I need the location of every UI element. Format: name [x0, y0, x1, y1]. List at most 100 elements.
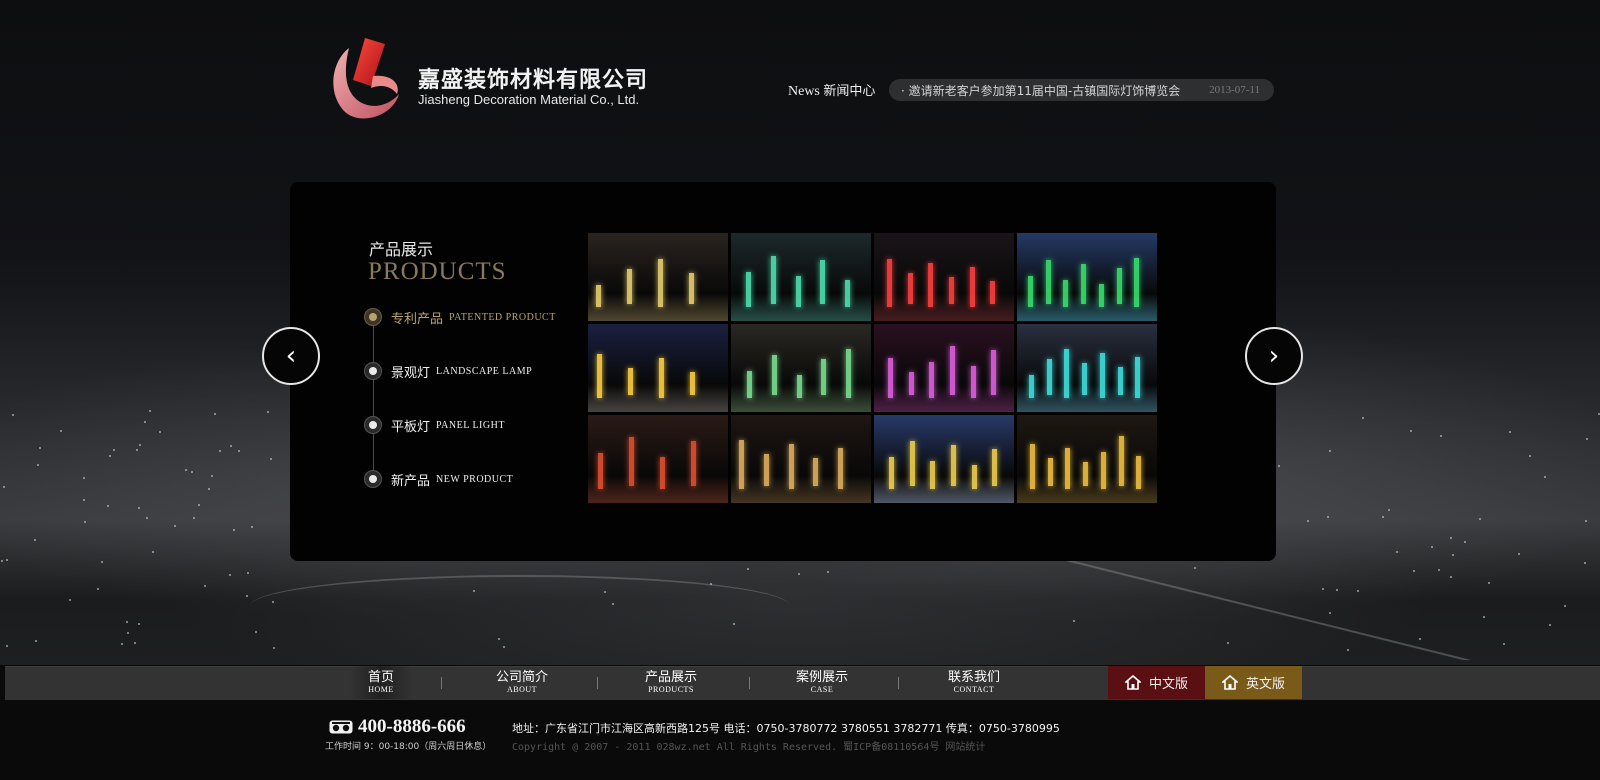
- news-center-label[interactable]: News 新闻中心: [788, 80, 875, 100]
- product-thumbnail[interactable]: [874, 324, 1014, 412]
- nav-label-cn: 产品展示: [644, 670, 697, 685]
- city-light-dot: [1586, 437, 1589, 440]
- city-light-dot: [1346, 648, 1349, 651]
- city-light-dot: [83, 477, 86, 480]
- category-item[interactable]: 专利产品 PATENTED PRODUCT: [364, 307, 556, 327]
- city-light-dot: [611, 602, 614, 605]
- city-light-dot: [2, 485, 5, 488]
- prev-arrow-button[interactable]: ‹: [262, 327, 320, 385]
- city-light-dot: [33, 538, 36, 541]
- city-light-dot: [1382, 515, 1385, 518]
- city-light-dot: [5, 644, 8, 647]
- category-label-cn: 新产品: [391, 473, 431, 489]
- city-light-dot: [246, 572, 249, 575]
- home-icon: [1221, 675, 1238, 690]
- company-logo-icon[interactable]: [327, 36, 407, 120]
- city-light-dot: [1518, 552, 1521, 555]
- chevron-left-icon: ‹: [285, 341, 297, 371]
- city-light-dot: [503, 646, 506, 649]
- next-arrow-button[interactable]: ›: [1245, 327, 1303, 385]
- nav-item-case[interactable]: 案例展示 CASE: [778, 666, 866, 699]
- nav-label-en: HOME: [368, 685, 394, 694]
- city-light-dot: [138, 506, 141, 509]
- city-light-dot: [109, 454, 112, 457]
- city-light-dot: [1336, 589, 1339, 592]
- nav-label-cn: 首页: [367, 670, 394, 685]
- category-item[interactable]: 平板灯 PANEL LIGHT: [364, 415, 505, 435]
- city-light-dot: [472, 590, 475, 593]
- city-light-dot: [1328, 450, 1331, 453]
- bullet-dot-icon: [364, 416, 382, 434]
- city-light-dot: [184, 468, 187, 471]
- category-label-en: PANEL LIGHT: [436, 419, 505, 431]
- product-thumbnail[interactable]: [731, 324, 871, 412]
- city-light-dot: [1543, 476, 1546, 479]
- bridge-right-decoration: [1007, 550, 1535, 660]
- category-label-cn: 景观灯: [391, 365, 431, 381]
- product-thumbnail[interactable]: [1017, 415, 1157, 503]
- nav-item-contact[interactable]: 联系我们 CONTACT: [930, 666, 1018, 699]
- bullet-dot-icon: [364, 362, 382, 380]
- product-thumbnail[interactable]: [731, 233, 871, 321]
- city-light-dot: [1, 559, 4, 562]
- city-light-dot: [193, 516, 196, 519]
- nav-separator: [898, 677, 899, 689]
- city-light-dot: [1395, 550, 1398, 553]
- city-light-dot: [1529, 455, 1532, 458]
- chinese-version-label: 中文版: [1148, 677, 1188, 692]
- nav-separator: [597, 677, 598, 689]
- city-light-dot: [1357, 590, 1360, 593]
- city-light-dot: [798, 572, 801, 575]
- working-hours: 工作时间 9：00-18:00（周六周日休息）: [325, 742, 492, 752]
- city-light-dot: [498, 637, 501, 640]
- product-thumbnail[interactable]: [731, 415, 871, 503]
- city-light-dot: [1361, 416, 1364, 419]
- product-thumbnail[interactable]: [1017, 233, 1157, 321]
- city-light-dot: [269, 458, 272, 461]
- product-thumbnail[interactable]: [588, 233, 728, 321]
- city-light-dot: [137, 623, 140, 626]
- news-headline-link[interactable]: · 邀请新老客户参加第11届中国-古镇国际灯饰博览会: [901, 82, 1209, 99]
- nav-item-home[interactable]: 首页 HOME: [350, 666, 412, 699]
- chinese-version-button[interactable]: 中文版: [1108, 666, 1205, 699]
- city-light-dot: [1488, 582, 1491, 585]
- product-thumbnail[interactable]: [874, 233, 1014, 321]
- city-light-dot: [250, 525, 253, 528]
- city-light-dot: [1307, 520, 1310, 523]
- city-light-dot: [1502, 642, 1505, 645]
- city-light-dot: [229, 573, 232, 576]
- city-light-dot: [1463, 540, 1466, 543]
- nav-label-en: CASE: [810, 685, 834, 694]
- hotline-number: 400-8886-666: [358, 716, 466, 737]
- nav-item-about[interactable]: 公司简介 ABOUT: [478, 666, 566, 699]
- city-light-dot: [96, 587, 99, 590]
- category-label-cn: 平板灯: [391, 419, 431, 435]
- products-title-cn: 产品展示: [369, 240, 434, 259]
- product-thumbnail[interactable]: [588, 415, 728, 503]
- city-light-dot: [267, 410, 270, 413]
- chevron-right-icon: ›: [1268, 341, 1280, 371]
- city-light-dot: [1277, 464, 1280, 467]
- product-thumbnail[interactable]: [874, 415, 1014, 503]
- product-thumbnail[interactable]: [588, 324, 728, 412]
- city-light-dot: [151, 551, 154, 554]
- nav-label-cn: 联系我们: [947, 670, 1000, 685]
- nav-label-en: CONTACT: [953, 685, 995, 694]
- city-light-dot: [254, 630, 257, 633]
- category-connector-line: [373, 318, 374, 478]
- category-item[interactable]: 景观灯 LANDSCAPE LAMP: [364, 361, 532, 381]
- city-light-dot: [120, 643, 123, 646]
- nav-item-products[interactable]: 产品展示 PRODUCTS: [627, 666, 715, 699]
- city-light-dot: [39, 447, 42, 450]
- city-light-dot: [174, 524, 177, 527]
- product-thumbnail[interactable]: [1017, 324, 1157, 412]
- city-light-dot: [1549, 624, 1552, 627]
- category-item[interactable]: 新产品 NEW PRODUCT: [364, 469, 513, 489]
- city-light-dot: [230, 445, 233, 448]
- city-light-dot: [1072, 619, 1075, 622]
- english-version-button[interactable]: 英文版: [1205, 666, 1302, 699]
- city-light-dot: [203, 584, 206, 587]
- city-light-dot: [245, 595, 248, 598]
- city-light-dot: [100, 561, 103, 564]
- copyright-text: Copyright @ 2007 - 2011 028wz.net All Ri…: [512, 742, 986, 753]
